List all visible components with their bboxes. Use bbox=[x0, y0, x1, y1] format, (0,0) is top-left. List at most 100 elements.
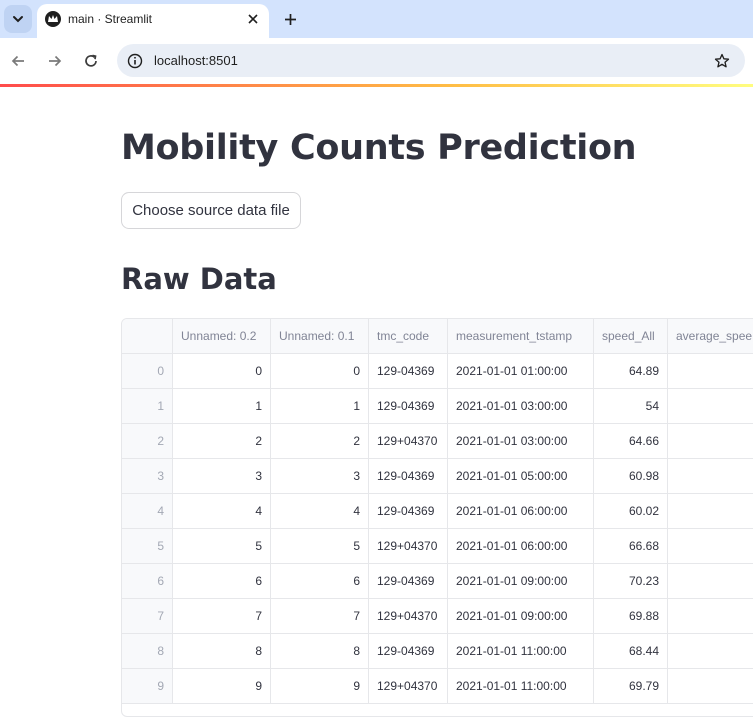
table-row[interactable]: 3 3 3 129-04369 2021-01-01 05:00:00 60.98 bbox=[122, 459, 753, 494]
cell-measurement-tstamp[interactable]: 2021-01-01 06:00:00 bbox=[448, 494, 594, 529]
cell-speed-all[interactable]: 54 bbox=[594, 389, 668, 424]
cell-unnamed-0-1[interactable]: 2 bbox=[271, 424, 369, 459]
cell-unnamed-0-1[interactable]: 6 bbox=[271, 564, 369, 599]
column-header-unnamed-0-1[interactable]: Unnamed: 0.1 bbox=[271, 319, 369, 354]
close-icon[interactable] bbox=[244, 10, 262, 28]
cell-average-speed[interactable] bbox=[668, 564, 753, 599]
cell-tmc-code[interactable]: 129-04369 bbox=[369, 389, 448, 424]
cell-tmc-code[interactable]: 129+04370 bbox=[369, 599, 448, 634]
cell-speed-all[interactable]: 64.66 bbox=[594, 424, 668, 459]
star-icon[interactable] bbox=[711, 50, 733, 72]
cell-average-speed[interactable] bbox=[668, 494, 753, 529]
cell-measurement-tstamp[interactable]: 2021-01-01 09:00:00 bbox=[448, 564, 594, 599]
column-header-tmc-code[interactable]: tmc_code bbox=[369, 319, 448, 354]
cell-unnamed-0-1[interactable]: 3 bbox=[271, 459, 369, 494]
cell-unnamed-0-2[interactable]: 6 bbox=[173, 564, 271, 599]
cell-tmc-code[interactable]: 129+04370 bbox=[369, 529, 448, 564]
table-row[interactable]: 9 9 9 129+04370 2021-01-01 11:00:00 69.79 bbox=[122, 669, 753, 704]
table-row[interactable]: 4 4 4 129-04369 2021-01-01 06:00:00 60.02 bbox=[122, 494, 753, 529]
cell-tmc-code[interactable]: 129+04370 bbox=[369, 424, 448, 459]
cell-speed-all[interactable]: 69.88 bbox=[594, 599, 668, 634]
cell-measurement-tstamp[interactable]: 2021-01-01 01:00:00 bbox=[448, 354, 594, 389]
tab-search-button[interactable] bbox=[4, 5, 32, 33]
cell-speed-all[interactable]: 69.79 bbox=[594, 669, 668, 704]
row-index-cell[interactable]: 6 bbox=[122, 564, 173, 599]
cell-average-speed[interactable] bbox=[668, 459, 753, 494]
cell-measurement-tstamp[interactable]: 2021-01-01 11:00:00 bbox=[448, 669, 594, 704]
cell-speed-all[interactable]: 68.44 bbox=[594, 634, 668, 669]
cell-unnamed-0-1[interactable]: 9 bbox=[271, 669, 369, 704]
cell-average-speed[interactable] bbox=[668, 669, 753, 704]
address-bar[interactable]: localhost:8501 bbox=[117, 44, 745, 77]
cell-tmc-code[interactable]: 129-04369 bbox=[369, 459, 448, 494]
row-index-cell[interactable]: 9 bbox=[122, 669, 173, 704]
table-row[interactable]: 7 7 7 129+04370 2021-01-01 09:00:00 69.88 bbox=[122, 599, 753, 634]
raw-data-table[interactable]: Unnamed: 0.2 Unnamed: 0.1 tmc_code measu… bbox=[121, 318, 753, 717]
reload-button[interactable] bbox=[80, 50, 102, 72]
row-index-cell[interactable]: 8 bbox=[122, 634, 173, 669]
cell-tmc-code[interactable]: 129-04369 bbox=[369, 494, 448, 529]
cell-speed-all[interactable]: 70.23 bbox=[594, 564, 668, 599]
choose-file-button[interactable]: Choose source data file bbox=[121, 192, 301, 229]
table-row[interactable]: 0 0 0 129-04369 2021-01-01 01:00:00 64.89 bbox=[122, 354, 753, 389]
cell-measurement-tstamp[interactable]: 2021-01-01 03:00:00 bbox=[448, 424, 594, 459]
row-index-cell[interactable]: 7 bbox=[122, 599, 173, 634]
cell-unnamed-0-1[interactable]: 4 bbox=[271, 494, 369, 529]
cell-average-speed[interactable] bbox=[668, 389, 753, 424]
column-header-measurement-tstamp[interactable]: measurement_tstamp bbox=[448, 319, 594, 354]
cell-speed-all[interactable]: 66.68 bbox=[594, 529, 668, 564]
row-index-cell[interactable]: 5 bbox=[122, 529, 173, 564]
forward-button[interactable] bbox=[44, 50, 66, 72]
cell-tmc-code[interactable]: 129+04370 bbox=[369, 669, 448, 704]
cell-measurement-tstamp[interactable]: 2021-01-01 06:00:00 bbox=[448, 529, 594, 564]
cell-unnamed-0-2[interactable]: 4 bbox=[173, 494, 271, 529]
cell-unnamed-0-1[interactable]: 1 bbox=[271, 389, 369, 424]
cell-measurement-tstamp[interactable]: 2021-01-01 09:00:00 bbox=[448, 599, 594, 634]
cell-unnamed-0-2[interactable]: 8 bbox=[173, 634, 271, 669]
column-header-average-speed[interactable]: average_spee bbox=[668, 319, 753, 354]
table-row[interactable]: 5 5 5 129+04370 2021-01-01 06:00:00 66.68 bbox=[122, 529, 753, 564]
row-index-cell[interactable]: 0 bbox=[122, 354, 173, 389]
cell-tmc-code[interactable]: 129-04369 bbox=[369, 354, 448, 389]
browser-tab-active[interactable]: main · Streamlit bbox=[37, 4, 269, 38]
cell-unnamed-0-2[interactable]: 7 bbox=[173, 599, 271, 634]
raw-data-heading: Raw Data bbox=[121, 262, 277, 296]
row-index-cell[interactable]: 1 bbox=[122, 389, 173, 424]
table-row[interactable]: 1 1 1 129-04369 2021-01-01 03:00:00 54 bbox=[122, 389, 753, 424]
cell-unnamed-0-2[interactable]: 3 bbox=[173, 459, 271, 494]
column-header-speed-all[interactable]: speed_All bbox=[594, 319, 668, 354]
cell-tmc-code[interactable]: 129-04369 bbox=[369, 564, 448, 599]
cell-unnamed-0-2[interactable]: 5 bbox=[173, 529, 271, 564]
cell-unnamed-0-2[interactable]: 1 bbox=[173, 389, 271, 424]
cell-unnamed-0-1[interactable]: 7 bbox=[271, 599, 369, 634]
row-index-cell[interactable]: 2 bbox=[122, 424, 173, 459]
cell-unnamed-0-1[interactable]: 0 bbox=[271, 354, 369, 389]
back-button[interactable] bbox=[7, 50, 29, 72]
cell-average-speed[interactable] bbox=[668, 599, 753, 634]
cell-tmc-code[interactable]: 129-04369 bbox=[369, 634, 448, 669]
cell-speed-all[interactable]: 60.98 bbox=[594, 459, 668, 494]
table-row[interactable]: 6 6 6 129-04369 2021-01-01 09:00:00 70.23 bbox=[122, 564, 753, 599]
new-tab-button[interactable] bbox=[278, 7, 302, 31]
cell-speed-all[interactable]: 60.02 bbox=[594, 494, 668, 529]
cell-average-speed[interactable] bbox=[668, 634, 753, 669]
cell-unnamed-0-1[interactable]: 5 bbox=[271, 529, 369, 564]
info-icon[interactable] bbox=[125, 51, 145, 71]
cell-measurement-tstamp[interactable]: 2021-01-01 05:00:00 bbox=[448, 459, 594, 494]
cell-unnamed-0-2[interactable]: 2 bbox=[173, 424, 271, 459]
table-row[interactable]: 8 8 8 129-04369 2021-01-01 11:00:00 68.44 bbox=[122, 634, 753, 669]
cell-unnamed-0-2[interactable]: 9 bbox=[173, 669, 271, 704]
cell-average-speed[interactable] bbox=[668, 424, 753, 459]
cell-measurement-tstamp[interactable]: 2021-01-01 11:00:00 bbox=[448, 634, 594, 669]
row-index-cell[interactable]: 3 bbox=[122, 459, 173, 494]
row-index-cell[interactable]: 4 bbox=[122, 494, 173, 529]
cell-speed-all[interactable]: 64.89 bbox=[594, 354, 668, 389]
column-header-unnamed-0-2[interactable]: Unnamed: 0.2 bbox=[173, 319, 271, 354]
cell-unnamed-0-2[interactable]: 0 bbox=[173, 354, 271, 389]
cell-measurement-tstamp[interactable]: 2021-01-01 03:00:00 bbox=[448, 389, 594, 424]
table-row[interactable]: 2 2 2 129+04370 2021-01-01 03:00:00 64.66 bbox=[122, 424, 753, 459]
column-header-index[interactable] bbox=[122, 319, 173, 354]
cell-average-speed[interactable] bbox=[668, 354, 753, 389]
cell-average-speed[interactable] bbox=[668, 529, 753, 564]
cell-unnamed-0-1[interactable]: 8 bbox=[271, 634, 369, 669]
